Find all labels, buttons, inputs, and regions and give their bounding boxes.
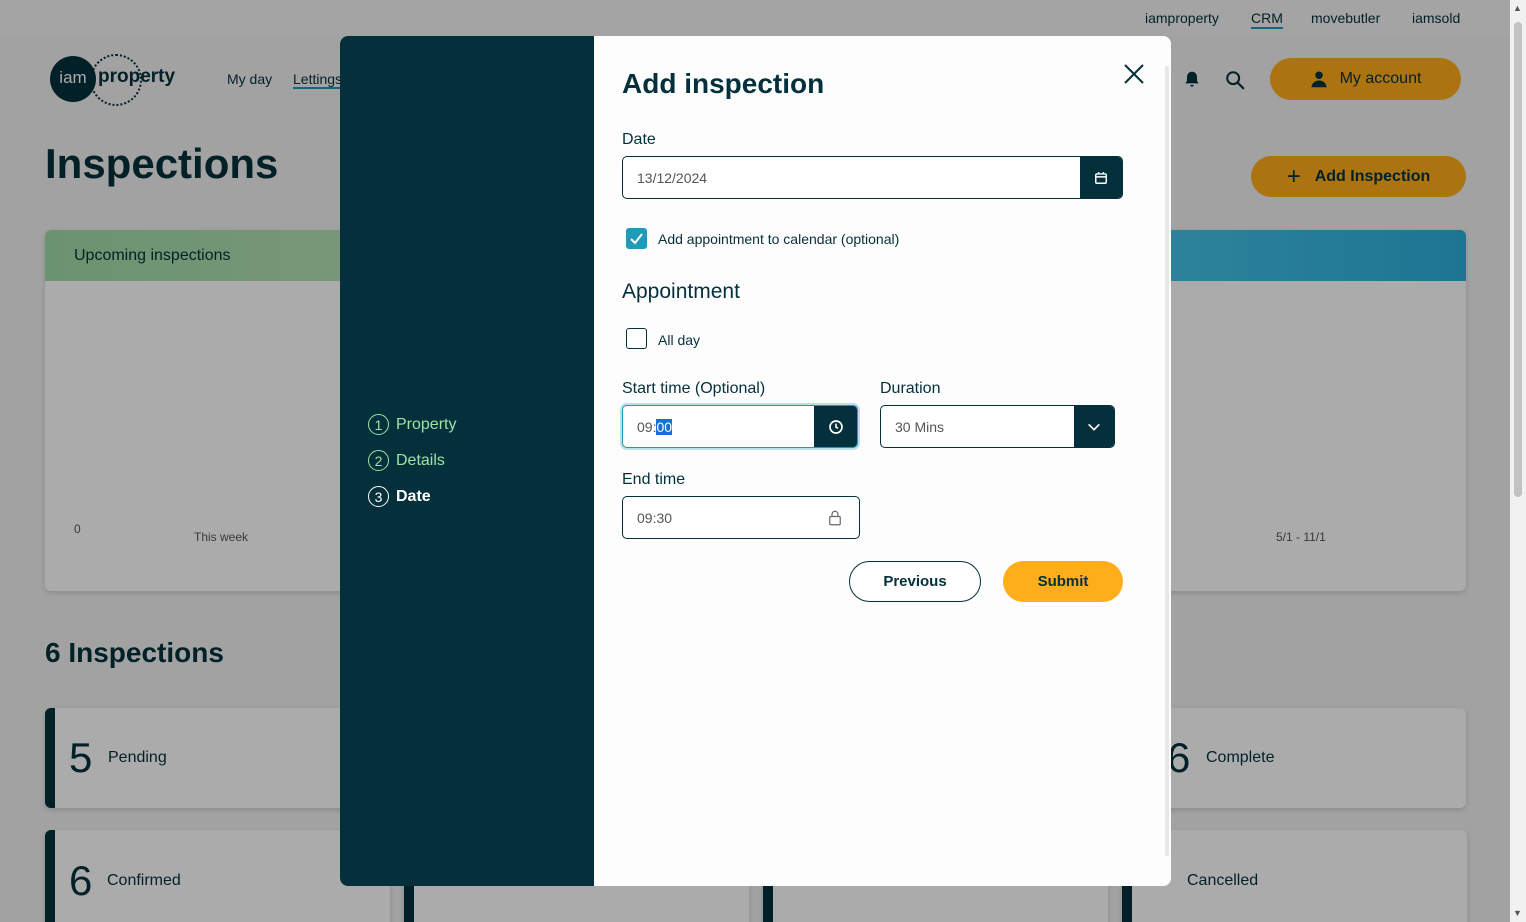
modal-scrollbar[interactable]	[1165, 66, 1169, 856]
start-time-hours: 09:	[637, 419, 657, 435]
step-number: 3	[368, 486, 389, 507]
appointment-section-title: Appointment	[622, 280, 740, 303]
page-scrollbar[interactable]: ▲ ▼	[1510, 0, 1526, 922]
checkmark-icon	[630, 233, 643, 245]
scroll-down-arrow-icon[interactable]: ▼	[1513, 908, 1522, 918]
previous-button[interactable]: Previous	[849, 561, 981, 602]
duration-label: Duration	[880, 380, 941, 397]
step-details[interactable]: 2 Details	[368, 450, 445, 471]
clock-icon	[828, 419, 843, 434]
calendar-button[interactable]	[1080, 157, 1122, 198]
start-time-value: 09:00	[637, 419, 673, 435]
date-label: Date	[622, 131, 656, 148]
start-time-minutes: 00	[656, 419, 673, 435]
lock-icon	[829, 510, 841, 526]
modal-title: Add inspection	[622, 68, 825, 99]
scroll-thumb[interactable]	[1514, 22, 1522, 497]
chevron-down-icon	[1088, 423, 1100, 431]
step-date[interactable]: 3 Date	[368, 486, 431, 507]
clock-button[interactable]	[814, 406, 857, 447]
step-label: Property	[396, 415, 457, 433]
scroll-up-arrow-icon[interactable]: ▲	[1513, 3, 1522, 13]
start-time-label: Start time (Optional)	[622, 380, 766, 397]
duration-select[interactable]: 30 Mins	[880, 405, 1115, 448]
step-label: Details	[396, 451, 445, 469]
duration-dropdown-button[interactable]	[1074, 406, 1114, 447]
date-field[interactable]: 13/12/2024	[622, 156, 1123, 199]
duration-value: 30 Mins	[895, 419, 945, 435]
all-day-checkbox[interactable]	[626, 328, 647, 349]
modal-form: Add inspection Date 13/12/2024 Add appoi…	[594, 36, 1171, 886]
step-property[interactable]: 1 Property	[368, 414, 456, 435]
date-value: 13/12/2024	[637, 170, 708, 186]
step-number: 2	[368, 450, 389, 471]
calendar-icon	[1095, 171, 1107, 184]
submit-button[interactable]: Submit	[1003, 561, 1123, 602]
end-time-field: 09:30	[622, 496, 860, 539]
start-time-field[interactable]: 09:00	[622, 405, 858, 448]
end-time-label: End time	[622, 471, 686, 488]
add-to-calendar-label[interactable]: Add appointment to calendar (optional)	[658, 231, 899, 247]
close-icon[interactable]	[1122, 62, 1146, 86]
step-label: Date	[396, 487, 431, 505]
add-to-calendar-checkbox[interactable]	[626, 228, 647, 249]
all-day-label[interactable]: All day	[658, 332, 700, 348]
step-number: 1	[368, 414, 389, 435]
modal-stepper: 1 Property 2 Details 3 Date	[340, 36, 594, 886]
add-inspection-modal: 1 Property 2 Details 3 Date Add inspecti…	[340, 36, 1171, 886]
end-time-value: 09:30	[637, 510, 673, 526]
